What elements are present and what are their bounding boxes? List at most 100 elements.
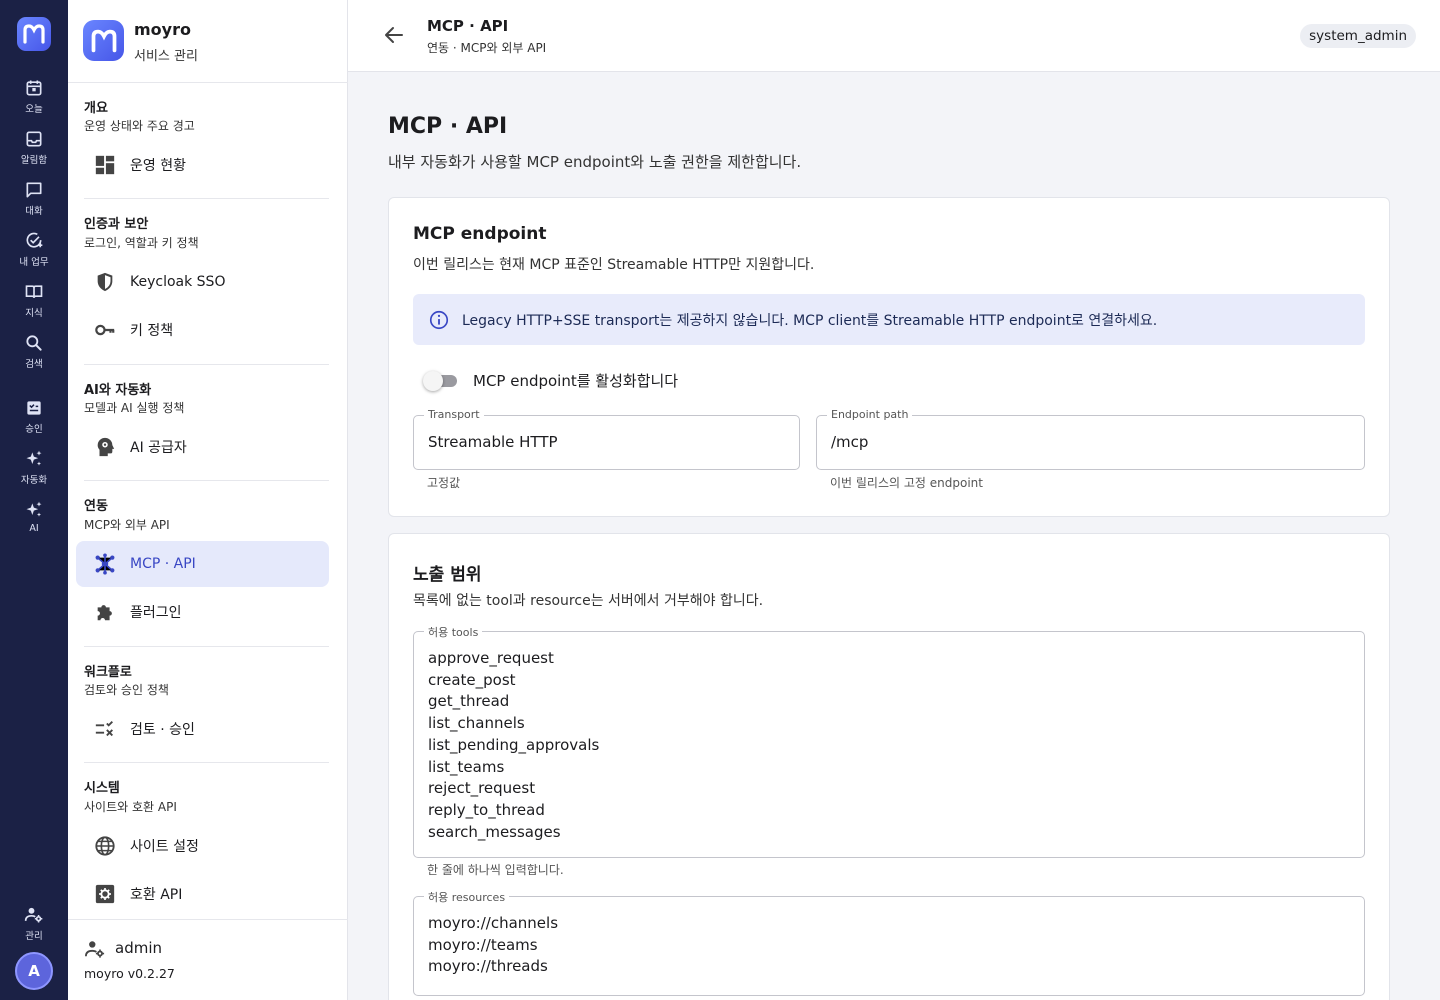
field-label: 허용 resources [424, 889, 510, 905]
search-icon [26, 335, 42, 351]
toggle-label: MCP endpoint를 활성화합니다 [473, 372, 679, 390]
sidebar-item-label: MCP · API [130, 556, 196, 572]
tools-helper: 한 줄에 하나씩 입력합니다. [427, 863, 564, 877]
settings-box-icon [93, 882, 117, 906]
topbar: MCP · API 연동 · MCP와 외부 API system_admin [348, 0, 1440, 72]
admin-user-icon [85, 941, 105, 958]
rail-label: 지식 [25, 308, 43, 319]
rail-label: 승인 [25, 424, 43, 435]
textarea-line: moyro://channels [428, 914, 559, 932]
rail-label: AI [29, 523, 39, 534]
sidebar-item-review-approval[interactable]: 검토 · 승인 [76, 706, 329, 752]
app-rail: 오늘 알림함 대화 내 업무 지식 검색 승인 자동화 AI 관리 A [0, 0, 68, 1000]
field-value: Streamable HTTP [428, 433, 558, 451]
section-sub-workflow: 검토와 승인 정책 [84, 683, 169, 697]
sidebar-item-label: 검토 · 승인 [130, 722, 195, 738]
ai-sparkle-icon [26, 501, 42, 517]
rail-label: 관리 [25, 931, 43, 942]
rail-label: 내 업무 [19, 257, 49, 268]
resources-list: moyro://channels moyro://teams moyro://thr… [428, 913, 558, 978]
sidebar-header: moyro 서비스 관리 [68, 0, 348, 83]
puzzle-icon [93, 600, 117, 624]
rail-item-knowledge[interactable]: 지식 [0, 282, 68, 328]
textarea-line: approve_request [428, 649, 554, 667]
section-title-ai: AI와 자동화 [84, 383, 152, 398]
brand-name: moyro [134, 20, 191, 39]
rail-item-automation[interactable]: 자동화 [0, 449, 68, 495]
sidebar-item-site-settings[interactable]: 사이트 설정 [76, 823, 329, 869]
rail-item-today[interactable]: 오늘 [0, 78, 68, 124]
transport-field[interactable]: Transport Streamable HTTP [413, 408, 800, 470]
brand-subtitle: 서비스 관리 [134, 49, 198, 64]
app-version: moyro v0.2.27 [84, 966, 175, 981]
section-title-overview: 개요 [84, 101, 108, 116]
section-title-integration: 연동 [84, 499, 108, 514]
avatar[interactable]: A [15, 952, 53, 990]
section-divider [84, 646, 329, 647]
current-user-name[interactable]: admin [115, 939, 162, 957]
textarea-line: list_teams [428, 757, 505, 776]
tools-list: approve_request create_post get_thread list… [428, 648, 599, 843]
sidebar-item-dashboard[interactable]: 운영 현황 [76, 142, 329, 188]
field-label: 허용 tools [424, 624, 483, 640]
sidebar-item-key-policy[interactable]: 키 정책 [76, 307, 329, 353]
rail-item-approval[interactable]: 승인 [0, 398, 68, 444]
textarea-line: get_thread [428, 692, 510, 711]
sidebar-item-ai-provider[interactable]: AI 공급자 [76, 424, 329, 470]
section-sub-ai: 모델과 AI 실행 정책 [84, 401, 185, 415]
hub-icon [93, 552, 117, 576]
section-divider [84, 480, 329, 481]
app-logo-icon[interactable] [17, 17, 51, 51]
toggle-thumb [423, 370, 443, 391]
rail-item-chat[interactable]: 대화 [0, 180, 68, 226]
role-badge: system_admin [1300, 24, 1416, 48]
transport-helper: 고정값 [427, 476, 461, 490]
back-arrow-icon[interactable] [382, 23, 406, 47]
section-sub-system: 사이트와 호환 API [84, 800, 177, 814]
section-divider [84, 198, 329, 199]
card-title: MCP endpoint [413, 224, 547, 244]
sidebar-item-keycloak[interactable]: Keycloak SSO [76, 259, 329, 305]
allowed-resources-textarea[interactable]: 허용 resources moyro://channels moyro://tea… [413, 889, 1365, 996]
allowed-tools-textarea[interactable]: 허용 tools approve_request create_post get_t… [413, 624, 1365, 858]
textarea-line: moyro://teams [428, 935, 538, 954]
topbar-breadcrumb: 연동 · MCP와 외부 API [427, 41, 547, 55]
chat-icon [26, 182, 42, 198]
endpoint-path-field[interactable]: Endpoint path /mcp [816, 408, 1365, 470]
sidebar-item-label: 사이트 설정 [130, 839, 199, 855]
section-sub-overview: 운영 상태와 주요 경고 [84, 119, 195, 133]
section-title-workflow: 워크플로 [84, 665, 132, 680]
card-description: 목록에 없는 tool과 resource는 서버에서 거부해야 합니다. [413, 593, 764, 609]
brand-logo-icon [83, 20, 124, 61]
sidebar-item-label: 운영 현황 [130, 158, 186, 174]
rail-label: 검색 [25, 359, 43, 370]
info-alert: Legacy HTTP+SSE transport는 제공하지 않습니다. MC… [413, 294, 1365, 345]
rail-item-search[interactable]: 검색 [0, 333, 68, 379]
sidebar-item-plugins[interactable]: 플러그인 [76, 589, 329, 635]
info-icon [429, 310, 449, 329]
topbar-title: MCP · API [427, 17, 509, 35]
alert-text: Legacy HTTP+SSE transport는 제공하지 않습니다. MC… [462, 312, 1158, 329]
book-icon [25, 285, 43, 298]
sidebar-item-label: AI 공급자 [130, 440, 187, 456]
rail-label: 자동화 [20, 475, 48, 486]
rail-item-my-tasks[interactable]: 내 업무 [0, 231, 68, 277]
sidebar-item-label: 키 정책 [130, 323, 174, 339]
rail-item-inbox[interactable]: 알림함 [0, 129, 68, 175]
mcp-endpoint-card: MCP endpoint 이번 릴리스는 현재 MCP 표준인 Streamab… [388, 197, 1390, 517]
mcp-enable-toggle[interactable] [423, 370, 459, 391]
rail-item-admin[interactable]: 관리 [0, 905, 68, 951]
sidebar-item-label: 플러그인 [130, 605, 182, 621]
shield-icon [93, 270, 117, 294]
approval-icon [27, 401, 41, 415]
textarea-line: list_channels [428, 714, 525, 733]
field-label: Transport [424, 408, 484, 421]
admin-sidebar: moyro 서비스 관리 개요 운영 상태와 주요 경고 운영 현황 인증과 보… [68, 0, 348, 1000]
rail-item-ai[interactable]: AI [0, 500, 68, 546]
sidebar-item-compat-api[interactable]: 호환 API [76, 871, 329, 917]
admin-users-icon [24, 907, 43, 923]
sidebar-item-label: 호환 API [130, 887, 183, 903]
sidebar-item-mcp-api[interactable]: MCP · API [76, 541, 329, 587]
section-sub-auth: 로그인, 역할과 키 정책 [84, 236, 199, 250]
key-icon [93, 318, 117, 342]
